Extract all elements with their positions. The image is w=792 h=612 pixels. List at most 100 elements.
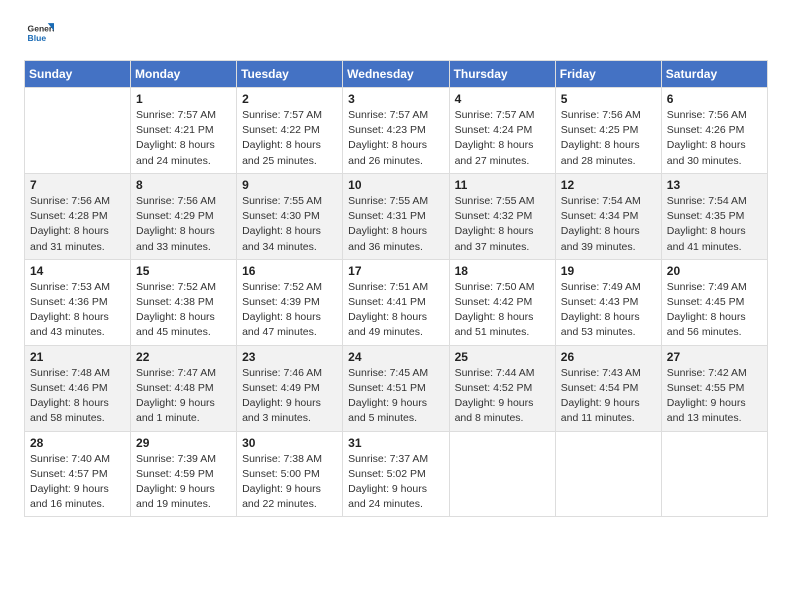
day-info: Sunrise: 7:53 AM Sunset: 4:36 PM Dayligh… [30,280,125,341]
day-info: Sunrise: 7:51 AM Sunset: 4:41 PM Dayligh… [348,280,443,341]
day-info: Sunrise: 7:46 AM Sunset: 4:49 PM Dayligh… [242,366,337,427]
day-info: Sunrise: 7:56 AM Sunset: 4:28 PM Dayligh… [30,194,125,255]
calendar-cell: 2 Sunrise: 7:57 AM Sunset: 4:22 PM Daylig… [237,88,343,174]
calendar-cell: 8 Sunrise: 7:56 AM Sunset: 4:29 PM Daylig… [131,173,237,259]
day-info: Sunrise: 7:57 AM Sunset: 4:21 PM Dayligh… [136,108,231,169]
calendar-cell: 28 Sunrise: 7:40 AM Sunset: 4:57 PM Dayli… [25,431,131,517]
column-header-friday: Friday [555,61,661,88]
column-header-wednesday: Wednesday [343,61,449,88]
calendar-cell: 12 Sunrise: 7:54 AM Sunset: 4:34 PM Dayli… [555,173,661,259]
day-number: 10 [348,178,443,192]
calendar-cell: 4Sunrise: 7:57 AM Sunset: 4:24 PM Daylig… [449,88,555,174]
column-header-monday: Monday [131,61,237,88]
day-number: 3 [348,92,443,106]
day-info: Sunrise: 7:56 AM Sunset: 4:29 PM Dayligh… [136,194,231,255]
day-number: 31 [348,436,443,450]
day-number: 8 [136,178,231,192]
day-info: Sunrise: 7:45 AM Sunset: 4:51 PM Dayligh… [348,366,443,427]
calendar-week-4: 21 Sunrise: 7:48 AM Sunset: 4:46 PM Dayli… [25,345,768,431]
day-number: 7 [30,178,125,192]
day-info: Sunrise: 7:55 AM Sunset: 4:31 PM Dayligh… [348,194,443,255]
calendar-cell: 3 Sunrise: 7:57 AM Sunset: 4:23 PM Daylig… [343,88,449,174]
day-info: Sunrise: 7:38 AM Sunset: 5:00 PM Dayligh… [242,452,337,513]
day-info: Sunrise: 7:39 AM Sunset: 4:59 PM Dayligh… [136,452,231,513]
day-number: 2 [242,92,337,106]
day-number: 17 [348,264,443,278]
calendar-cell: 31 Sunrise: 7:37 AM Sunset: 5:02 PM Dayli… [343,431,449,517]
calendar-cell: 29 Sunrise: 7:39 AM Sunset: 4:59 PM Dayli… [131,431,237,517]
calendar-cell [661,431,767,517]
day-info: Sunrise: 7:52 AM Sunset: 4:39 PM Dayligh… [242,280,337,341]
calendar-cell: 10 Sunrise: 7:55 AM Sunset: 4:31 PM Dayli… [343,173,449,259]
day-info: Sunrise: 7:52 AM Sunset: 4:38 PM Dayligh… [136,280,231,341]
day-info: Sunrise: 7:56 AM Sunset: 4:26 PM Dayligh… [667,108,762,169]
day-info: Sunrise: 7:37 AM Sunset: 5:02 PM Dayligh… [348,452,443,513]
day-info: Sunrise: 7:44 AM Sunset: 4:52 PM Dayligh… [455,366,550,427]
day-number: 27 [667,350,762,364]
calendar-cell: 11Sunrise: 7:55 AM Sunset: 4:32 PM Dayli… [449,173,555,259]
day-info: Sunrise: 7:40 AM Sunset: 4:57 PM Dayligh… [30,452,125,513]
day-number: 30 [242,436,337,450]
day-info: Sunrise: 7:50 AM Sunset: 4:42 PM Dayligh… [455,280,550,341]
calendar-cell: 15 Sunrise: 7:52 AM Sunset: 4:38 PM Dayli… [131,259,237,345]
day-info: Sunrise: 7:54 AM Sunset: 4:35 PM Dayligh… [667,194,762,255]
day-info: Sunrise: 7:55 AM Sunset: 4:30 PM Dayligh… [242,194,337,255]
calendar-cell: 24 Sunrise: 7:45 AM Sunset: 4:51 PM Dayli… [343,345,449,431]
calendar-cell: 30 Sunrise: 7:38 AM Sunset: 5:00 PM Dayli… [237,431,343,517]
calendar-cell: 25 Sunrise: 7:44 AM Sunset: 4:52 PM Dayli… [449,345,555,431]
calendar-cell: 5Sunrise: 7:56 AM Sunset: 4:25 PM Daylig… [555,88,661,174]
day-info: Sunrise: 7:48 AM Sunset: 4:46 PM Dayligh… [30,366,125,427]
day-number: 15 [136,264,231,278]
day-number: 5 [561,92,656,106]
day-number: 14 [30,264,125,278]
day-number: 9 [242,178,337,192]
day-info: Sunrise: 7:43 AM Sunset: 4:54 PM Dayligh… [561,366,656,427]
column-header-thursday: Thursday [449,61,555,88]
calendar-cell: 26Sunrise: 7:43 AM Sunset: 4:54 PM Dayli… [555,345,661,431]
day-number: 28 [30,436,125,450]
day-number: 4 [455,92,550,106]
page-header: General Blue [24,20,768,48]
calendar-cell [25,88,131,174]
logo: General Blue [24,20,54,48]
calendar-cell: 27 Sunrise: 7:42 AM Sunset: 4:55 PM Dayli… [661,345,767,431]
logo-icon: General Blue [26,20,54,48]
calendar-header-row: SundayMondayTuesdayWednesdayThursdayFrid… [25,61,768,88]
day-number: 1 [136,92,231,106]
column-header-sunday: Sunday [25,61,131,88]
day-number: 18 [455,264,550,278]
calendar-cell: 18 Sunrise: 7:50 AM Sunset: 4:42 PM Dayli… [449,259,555,345]
calendar-cell: 7 Sunrise: 7:56 AM Sunset: 4:28 PM Daylig… [25,173,131,259]
calendar-cell: 13 Sunrise: 7:54 AM Sunset: 4:35 PM Dayli… [661,173,767,259]
day-info: Sunrise: 7:54 AM Sunset: 4:34 PM Dayligh… [561,194,656,255]
calendar-table: SundayMondayTuesdayWednesdayThursdayFrid… [24,60,768,517]
calendar-week-3: 14 Sunrise: 7:53 AM Sunset: 4:36 PM Dayli… [25,259,768,345]
calendar-cell: 17 Sunrise: 7:51 AM Sunset: 4:41 PM Dayli… [343,259,449,345]
day-number: 20 [667,264,762,278]
day-number: 29 [136,436,231,450]
day-number: 12 [561,178,656,192]
svg-text:Blue: Blue [28,33,47,43]
calendar-cell: 14 Sunrise: 7:53 AM Sunset: 4:36 PM Dayli… [25,259,131,345]
calendar-cell: 1 Sunrise: 7:57 AM Sunset: 4:21 PM Daylig… [131,88,237,174]
day-number: 25 [455,350,550,364]
day-number: 22 [136,350,231,364]
calendar-cell: 19Sunrise: 7:49 AM Sunset: 4:43 PM Dayli… [555,259,661,345]
calendar-cell: 20Sunrise: 7:49 AM Sunset: 4:45 PM Dayli… [661,259,767,345]
calendar-cell [449,431,555,517]
day-number: 6 [667,92,762,106]
calendar-week-1: 1 Sunrise: 7:57 AM Sunset: 4:21 PM Daylig… [25,88,768,174]
day-number: 16 [242,264,337,278]
day-info: Sunrise: 7:55 AM Sunset: 4:32 PM Dayligh… [455,194,550,255]
day-info: Sunrise: 7:57 AM Sunset: 4:23 PM Dayligh… [348,108,443,169]
calendar-cell: 6 Sunrise: 7:56 AM Sunset: 4:26 PM Daylig… [661,88,767,174]
day-info: Sunrise: 7:47 AM Sunset: 4:48 PM Dayligh… [136,366,231,427]
day-number: 23 [242,350,337,364]
day-number: 13 [667,178,762,192]
calendar-cell: 22 Sunrise: 7:47 AM Sunset: 4:48 PM Dayli… [131,345,237,431]
day-number: 24 [348,350,443,364]
day-number: 21 [30,350,125,364]
calendar-cell: 16 Sunrise: 7:52 AM Sunset: 4:39 PM Dayli… [237,259,343,345]
day-info: Sunrise: 7:57 AM Sunset: 4:22 PM Dayligh… [242,108,337,169]
day-info: Sunrise: 7:42 AM Sunset: 4:55 PM Dayligh… [667,366,762,427]
